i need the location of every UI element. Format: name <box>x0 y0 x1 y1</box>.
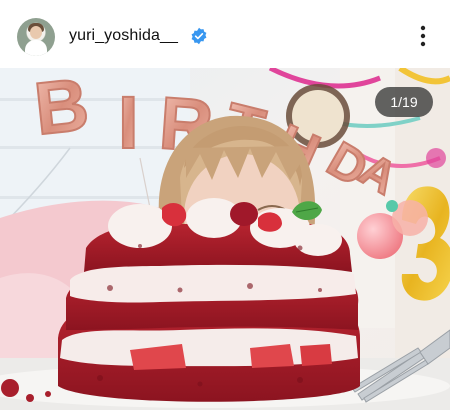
avatar-body <box>25 40 47 56</box>
svg-text:I: I <box>118 81 139 164</box>
svg-text:B: B <box>31 68 93 150</box>
birthday-cake-photo: B I R T H D A <box>0 68 450 410</box>
username-link[interactable]: yuri_yoshida__ <box>69 27 178 45</box>
carousel-counter: 1/19 <box>375 87 433 117</box>
post-photo[interactable]: B I R T H D A <box>0 68 450 410</box>
profile-avatar[interactable] <box>17 18 55 56</box>
more-options-icon[interactable] <box>414 23 432 49</box>
avatar-face <box>30 26 42 39</box>
verified-badge-icon <box>191 27 207 45</box>
post-header: yuri_yoshida__ <box>0 0 450 68</box>
